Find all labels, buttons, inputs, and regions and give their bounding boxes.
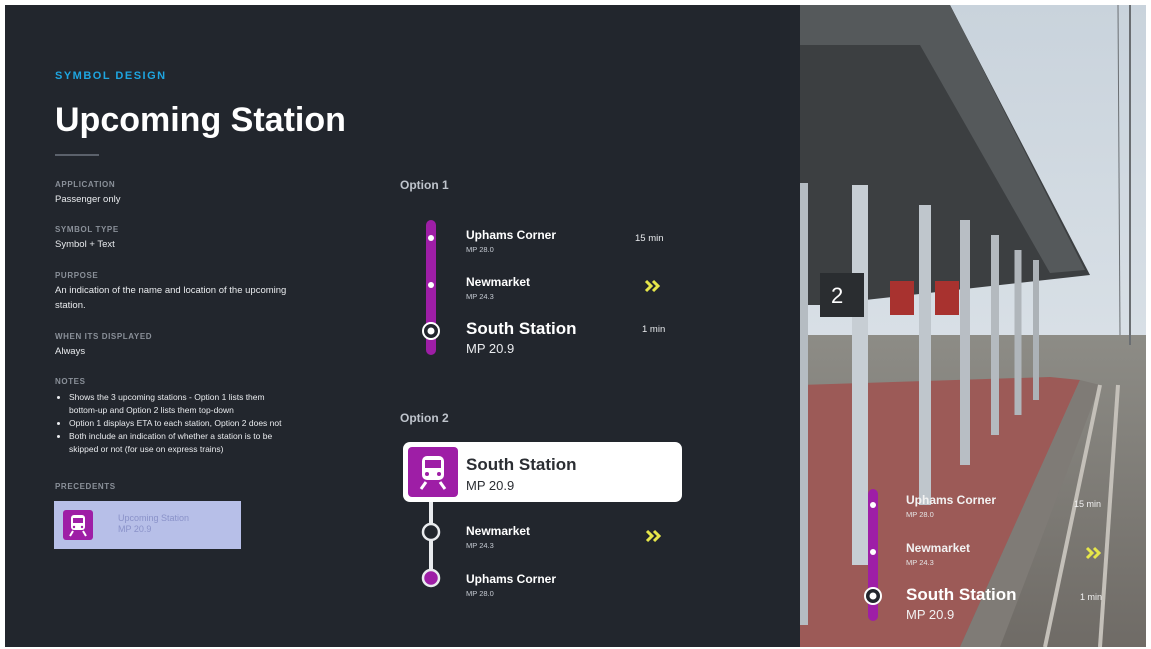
overlay-station-name: Uphams Corner [906, 493, 997, 507]
overlay-station-eta: 1 min [1080, 592, 1103, 602]
option-2-station-mp: MP 24.3 [466, 541, 494, 550]
chevron-double-right-icon [1085, 546, 1102, 560]
application-label: APPLICATION [55, 180, 116, 189]
option-1-route-line [422, 220, 440, 355]
platform-number: 2 [831, 283, 844, 308]
precedent-caption-1: Upcoming Station [118, 513, 190, 523]
notes-label: NOTES [55, 377, 86, 386]
application-value: Passenger only [55, 194, 121, 205]
overlay-station-mp: MP 28.0 [906, 510, 934, 519]
no-smoking-sign [890, 281, 914, 315]
note-item-continued: skipped or not (for use on express train… [69, 444, 224, 454]
when-displayed-value: Always [55, 346, 86, 357]
option-1-station-eta: 15 min [635, 233, 664, 244]
note-item: Shows the 3 upcoming stations - Option 1… [69, 391, 369, 404]
page-title: Upcoming Station [55, 101, 346, 139]
option-2-label: Option 2 [400, 411, 449, 425]
overlay-route-line [864, 489, 882, 621]
precedent-image: Upcoming Station MP 20.9 [54, 501, 241, 549]
option-1-station-mp: MP 24.3 [466, 292, 494, 301]
platform-photo: 2 Uphams Corner MP 28.0 15 min Newmarket… [800, 5, 1146, 647]
chevron-double-right-icon [645, 529, 662, 543]
overlay-station-eta: 15 min [1074, 499, 1102, 509]
design-panel: SYMBOL DESIGN Upcoming Station APPLICATI… [5, 5, 800, 647]
purpose-value-line-1: An indication of the name and location o… [55, 285, 287, 296]
warning-sign [935, 281, 959, 315]
train-icon [63, 510, 93, 540]
option-1-station-mp: MP 20.9 [466, 341, 515, 356]
option-2-route-line [421, 502, 441, 588]
overlay-station-mp: MP 24.3 [906, 558, 934, 567]
overlay-station-name: South Station [906, 585, 1017, 604]
overlay-station-mp: MP 20.9 [906, 607, 955, 622]
option-1-station-name: Newmarket [466, 275, 531, 289]
option-2-station-name: Uphams Corner [466, 572, 557, 586]
option-2-current-station-card: South Station MP 20.9 [403, 442, 682, 502]
symbol-type-value: Symbol + Text [55, 239, 115, 250]
purpose-value-line-2: station. [55, 300, 86, 311]
eyebrow-label: SYMBOL DESIGN [55, 70, 167, 82]
purpose-label: PURPOSE [55, 271, 99, 280]
option-2-station-mp: MP 28.0 [466, 589, 494, 598]
note-item: Both include an indication of whether a … [69, 430, 369, 443]
overlay-station-name: Newmarket [906, 541, 971, 555]
option-2-card-station-name: South Station [466, 455, 577, 474]
title-divider [55, 154, 99, 156]
option-1-station-mp: MP 28.0 [466, 245, 494, 254]
option-1-station-eta: 1 min [642, 324, 666, 335]
note-item: Option 1 displays ETA to each station, O… [69, 417, 369, 430]
train-icon [408, 447, 458, 497]
option-2-card-station-mp: MP 20.9 [466, 478, 515, 493]
symbol-type-label: SYMBOL TYPE [55, 225, 119, 234]
option-2-station-name: Newmarket [466, 524, 531, 538]
precedents-label: PRECEDENTS [55, 482, 116, 491]
option-1-label: Option 1 [400, 178, 449, 192]
option-1-station-name: South Station [466, 319, 577, 338]
note-item-continued: bottom-up and Option 2 lists them top-do… [69, 405, 234, 415]
precedent-caption-2: MP 20.9 [118, 524, 152, 534]
notes-list: Shows the 3 upcoming stations - Option 1… [55, 391, 369, 456]
when-displayed-label: WHEN ITS DISPLAYED [55, 332, 153, 341]
chevron-double-right-icon [644, 279, 661, 293]
option-1-station-name: Uphams Corner [466, 228, 557, 242]
